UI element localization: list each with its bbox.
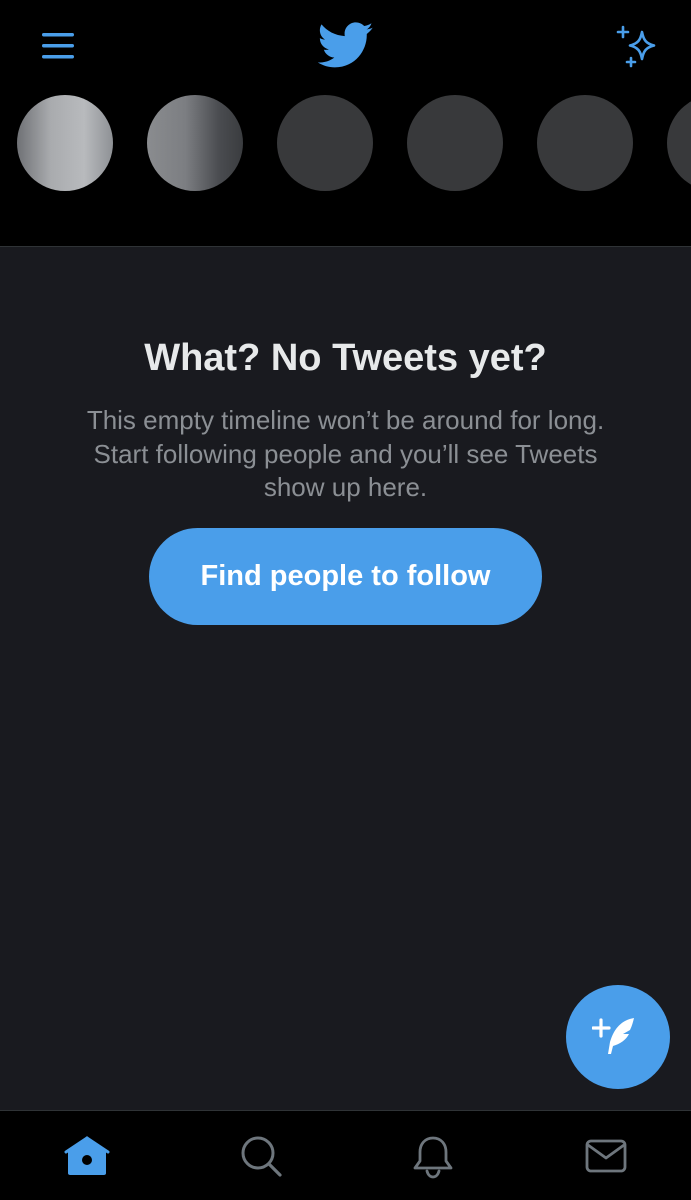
app-screen: What? No Tweets yet? This empty timeline… — [0, 0, 691, 1200]
twitter-bird-icon — [317, 22, 374, 68]
home-icon — [64, 1136, 110, 1175]
fleet-avatar[interactable] — [407, 95, 503, 191]
nav-home[interactable] — [64, 1133, 110, 1179]
nav-messages[interactable] — [583, 1133, 629, 1179]
top-tweets-button[interactable] — [614, 22, 666, 72]
fleet-avatar[interactable] — [277, 95, 373, 191]
top-header — [0, 0, 691, 246]
find-people-button[interactable]: Find people to follow — [149, 528, 542, 625]
sparkle-icon — [616, 25, 656, 68]
bottom-navigation — [0, 1111, 691, 1200]
twitter-logo — [317, 22, 374, 70]
mail-icon — [585, 1139, 627, 1173]
empty-state-body: This empty timeline won’t be around for … — [86, 405, 605, 502]
menu-button[interactable] — [38, 26, 82, 66]
empty-state-title: What? No Tweets yet? — [144, 337, 547, 379]
timeline: What? No Tweets yet? This empty timeline… — [0, 247, 691, 1110]
nav-search[interactable] — [238, 1133, 284, 1179]
fleet-avatar[interactable] — [667, 95, 691, 191]
fleet-avatar[interactable] — [17, 95, 113, 191]
hamburger-menu-icon — [42, 33, 74, 59]
compose-tweet-icon — [592, 1018, 634, 1054]
nav-notifications[interactable] — [410, 1133, 456, 1179]
fleet-avatar[interactable] — [537, 95, 633, 191]
fleet-avatar[interactable] — [147, 95, 243, 191]
compose-tweet-button[interactable] — [566, 985, 670, 1089]
bell-icon — [413, 1136, 453, 1179]
search-icon — [241, 1136, 282, 1177]
fleets-row — [0, 94, 691, 192]
